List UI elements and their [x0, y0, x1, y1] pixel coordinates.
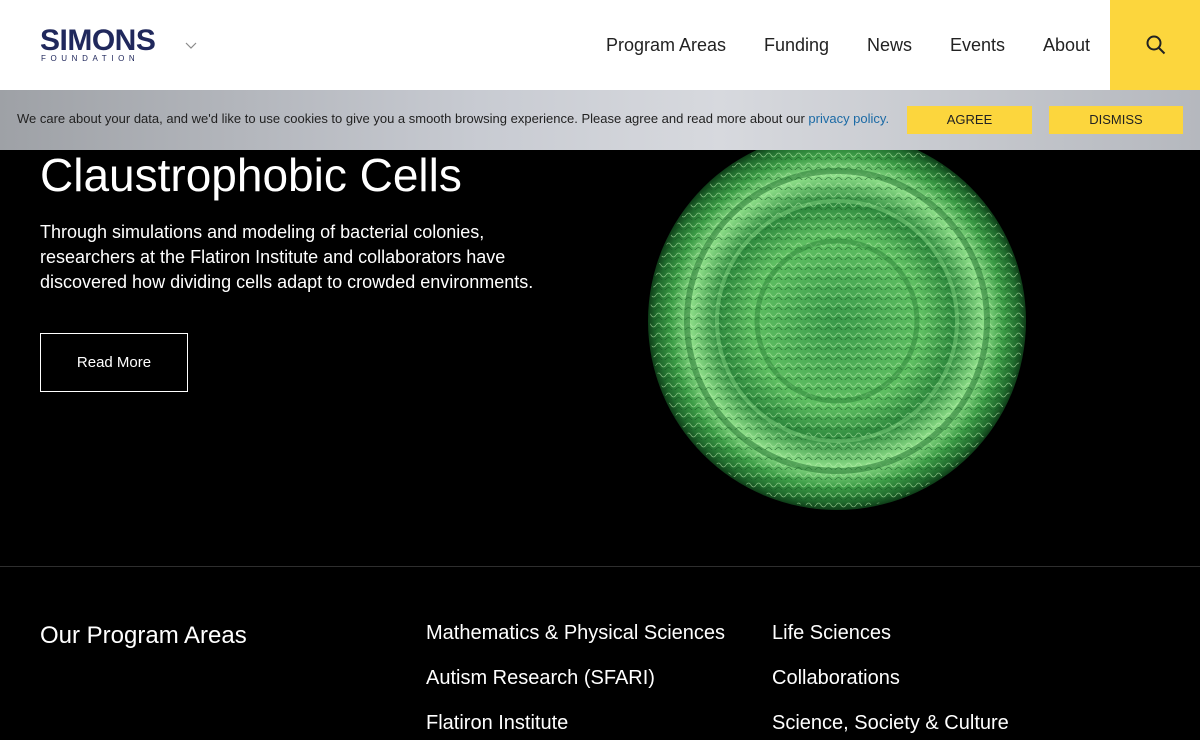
dismiss-button[interactable]: DISMISS: [1049, 106, 1183, 134]
nav-program-areas[interactable]: Program Areas: [606, 34, 726, 56]
site-header: SIMONS FOUNDATION Program Areas Funding …: [0, 0, 1200, 90]
logo-wordmark: SIMONS: [40, 24, 156, 57]
cookie-consent-bar: We care about your data, and we'd like t…: [0, 90, 1200, 150]
search-icon: [1146, 35, 1166, 55]
program-link-math-physical-sciences[interactable]: Mathematics & Physical Sciences: [426, 621, 725, 645]
privacy-policy-link[interactable]: privacy policy.: [808, 111, 889, 126]
hero-title: Claustrophobic Cells: [40, 149, 462, 201]
program-areas-heading: Our Program Areas: [40, 622, 247, 649]
program-link-flatiron-institute[interactable]: Flatiron Institute: [426, 711, 568, 735]
program-link-science-society-culture[interactable]: Science, Society & Culture: [772, 711, 1009, 735]
logo-subtitle: FOUNDATION: [41, 54, 140, 63]
nav-events[interactable]: Events: [950, 34, 1005, 56]
chevron-down-icon[interactable]: [185, 37, 197, 49]
section-divider: [0, 566, 1200, 567]
simons-foundation-logo[interactable]: SIMONS FOUNDATION: [40, 24, 165, 68]
bacterial-colony-image: [648, 132, 1026, 510]
program-link-collaborations[interactable]: Collaborations: [772, 666, 900, 690]
agree-button[interactable]: AGREE: [907, 106, 1032, 134]
cookie-text: We care about your data, and we'd like t…: [17, 111, 809, 126]
nav-about[interactable]: About: [1043, 34, 1090, 56]
nav-news[interactable]: News: [867, 34, 912, 56]
search-button[interactable]: [1110, 0, 1200, 90]
program-link-autism-research[interactable]: Autism Research (SFARI): [426, 666, 655, 690]
cookie-message: We care about your data, and we'd like t…: [17, 111, 889, 127]
program-link-life-sciences[interactable]: Life Sciences: [772, 621, 891, 645]
hero-description: Through simulations and modeling of bact…: [40, 222, 534, 292]
nav-funding[interactable]: Funding: [764, 34, 829, 56]
read-more-button[interactable]: Read More: [40, 333, 188, 392]
